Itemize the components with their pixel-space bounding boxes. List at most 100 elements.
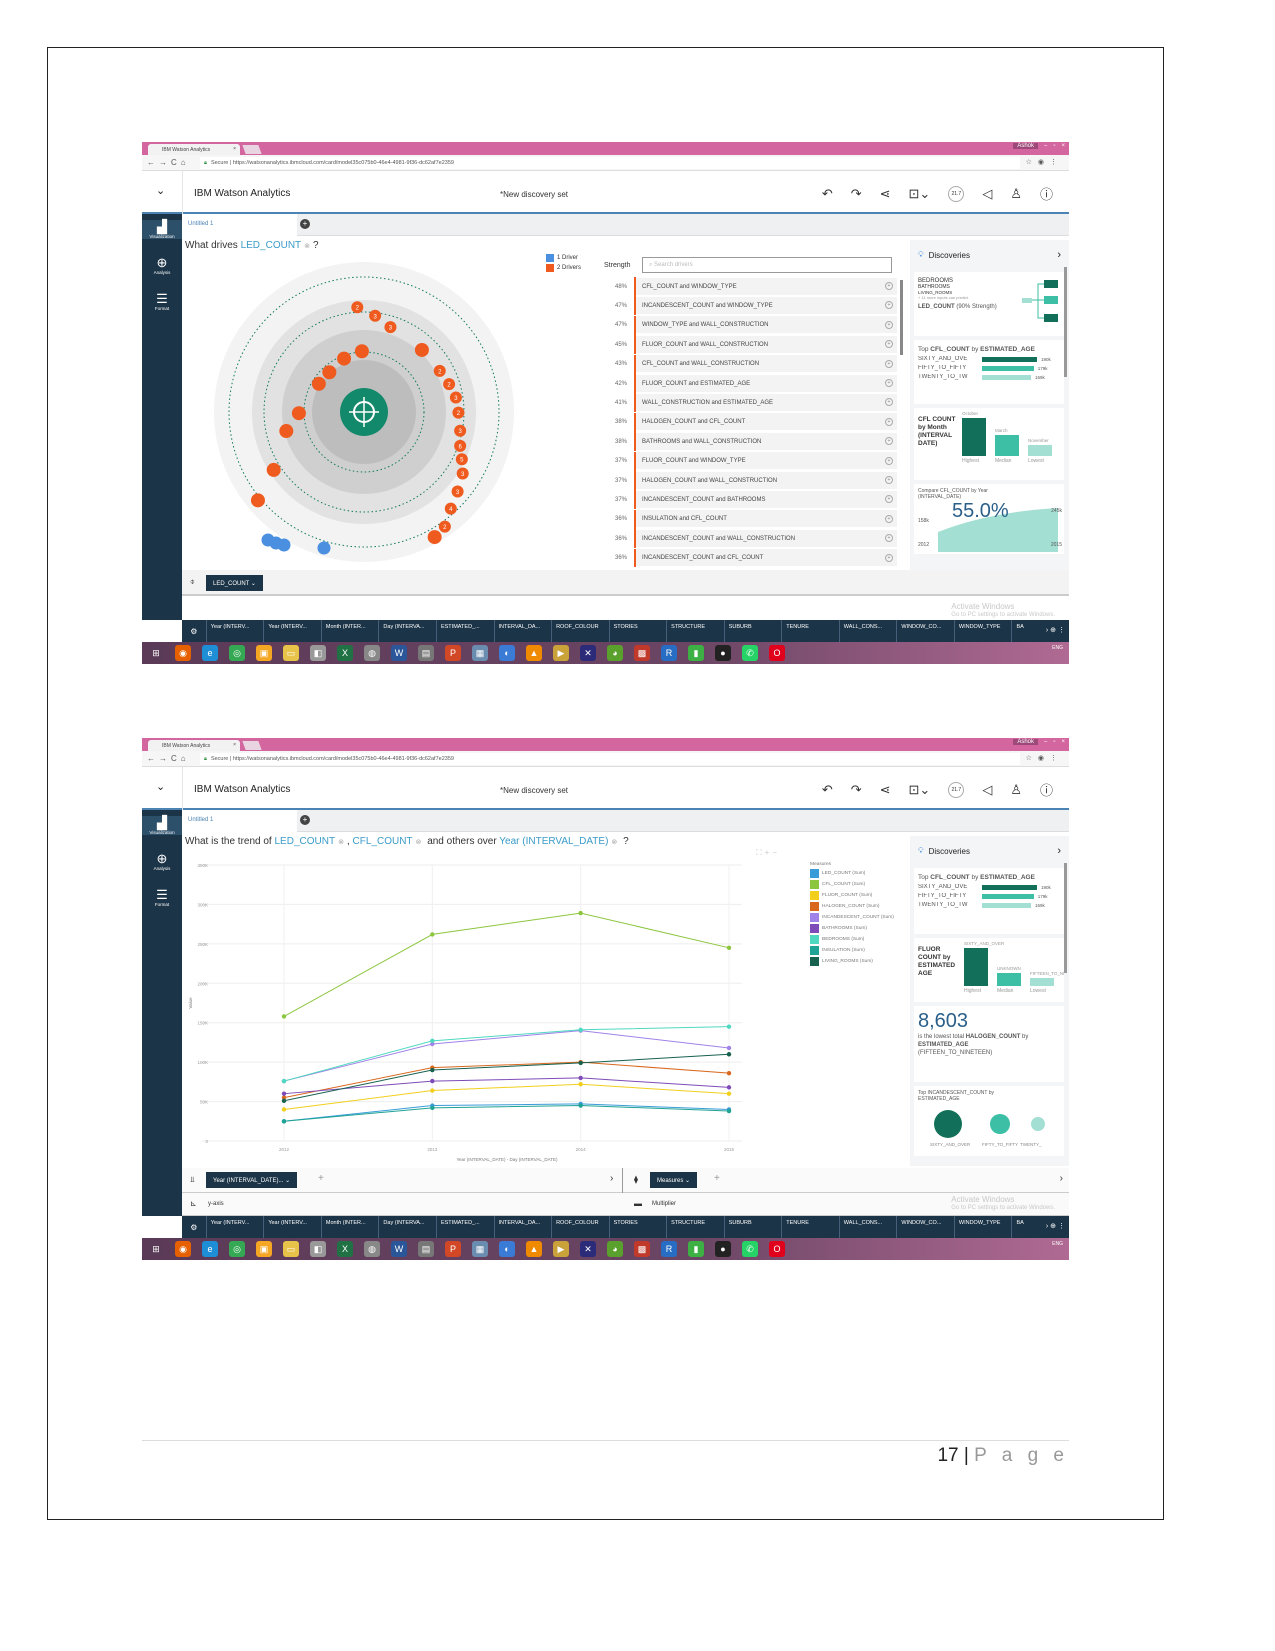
driver-row[interactable]: 47% INCANDESCENT_COUNT and WINDOW_TYPE + <box>612 296 897 316</box>
globe-icon[interactable]: ◐ <box>499 1241 515 1257</box>
megaphone-icon[interactable]: ◁ <box>982 186 992 202</box>
back-icon[interactable]: ← <box>147 754 159 763</box>
card-halogen-kpi[interactable]: 8,603 is the lowest total HALOGEN_COUNT … <box>914 1006 1064 1082</box>
legend-item[interactable]: INCANDESCENT_COUNT (Sum) <box>810 912 894 923</box>
chrome-icon[interactable]: ◎ <box>229 1241 245 1257</box>
color-pill[interactable]: Measures ⌄ <box>650 1172 698 1188</box>
add-x-icon[interactable]: + <box>318 1173 324 1184</box>
url-field[interactable]: 🔒︎ Secure | https://watsonanalytics.ibmcl… <box>200 753 1020 765</box>
close-window-icon[interactable]: × <box>1061 143 1065 149</box>
card-top-cfl[interactable]: Top CFL_COUNT by ESTIMATED_AGE SIXTY_AND… <box>914 868 1064 934</box>
app-icon[interactable]: ◧ <box>310 1241 326 1257</box>
legend-item[interactable]: LED_COUNT (Sum) <box>810 868 894 879</box>
legend-item[interactable]: HALOGEN_COUNT (Sum) <box>810 901 894 912</box>
folder-icon[interactable]: ▭ <box>283 645 299 661</box>
driver-row[interactable]: 37% FLUOR_COUNT and WINDOW_TYPE + <box>612 451 897 471</box>
column-header[interactable]: STRUCTURE <box>666 1216 724 1238</box>
user-icon[interactable]: ♙ <box>1010 782 1022 798</box>
forward-icon[interactable]: → <box>159 754 171 763</box>
url-field[interactable]: 🔒︎ Secure | https://watsonanalytics.ibmcl… <box>200 157 1020 169</box>
powerpoint-icon[interactable]: P <box>445 1241 461 1257</box>
legend-item[interactable]: BEDROOMS (Sum) <box>810 934 894 945</box>
column-header[interactable]: Year (INTERV... <box>263 1216 321 1238</box>
chevron-right-icon[interactable]: › <box>1057 845 1061 857</box>
app-icon[interactable]: ▶ <box>553 1241 569 1257</box>
user-icon[interactable]: ♙ <box>1010 186 1022 202</box>
app-icon[interactable]: ▣ <box>256 645 272 661</box>
discoveries-scrollbar[interactable] <box>1064 267 1067 377</box>
chart-app-icon[interactable]: ▮ <box>688 645 704 661</box>
add-driver-icon[interactable]: + <box>885 359 893 368</box>
column-header[interactable]: ROOF_COLOUR <box>551 620 609 642</box>
chevron-right-icon[interactable]: › <box>1060 1173 1063 1184</box>
search-drivers-input[interactable]: ⌕ Search drivers <box>642 257 892 273</box>
sidebar-item-analysis[interactable]: ⊕ Analysis <box>142 256 182 276</box>
driver-row[interactable]: 38% BATHROOMS and WALL_CONSTRUCTION + <box>612 432 897 452</box>
excel-icon[interactable]: X <box>337 645 353 661</box>
app-icon[interactable]: ▤ <box>418 645 434 661</box>
add-driver-icon[interactable]: + <box>885 514 893 523</box>
vlc-icon[interactable]: ▲ <box>526 1241 542 1257</box>
excel-icon[interactable]: X <box>337 1241 353 1257</box>
driver-row[interactable]: 37% HALOGEN_COUNT and WALL_CONSTRUCTION + <box>612 471 897 490</box>
x-axis-pill[interactable]: Year (INTERVAL_DATE)... ⌄ <box>206 1172 298 1188</box>
add-driver-icon[interactable]: + <box>885 456 893 465</box>
token-year[interactable]: Year (INTERVAL_DATE) <box>499 836 608 847</box>
add-driver-icon[interactable]: + <box>885 553 893 562</box>
app-icon[interactable]: ▩ <box>634 1241 650 1257</box>
share-icon[interactable]: ⋖ <box>880 782 891 798</box>
column-header[interactable]: STORIES <box>608 620 667 642</box>
column-header[interactable]: INTERVAL_DA... <box>493 1216 552 1238</box>
column-header[interactable]: Year (INTERV... <box>205 620 264 642</box>
chevron-right-icon[interactable]: › <box>1057 249 1061 261</box>
home-icon[interactable]: ⌂ <box>181 158 190 167</box>
close-tab-icon[interactable]: × <box>233 146 236 152</box>
view-icon[interactable]: ⊡⌄ <box>909 186 931 202</box>
scrollbar[interactable] <box>900 280 903 355</box>
close-tab-icon[interactable]: × <box>233 742 236 748</box>
app-icon[interactable]: ◧ <box>310 645 326 661</box>
word-icon[interactable]: W <box>391 1241 407 1257</box>
sidebar-item-analysis[interactable]: ⊕ Analysis <box>142 852 182 872</box>
add-driver-icon[interactable]: + <box>885 417 893 426</box>
powerpoint-icon[interactable]: P <box>445 645 461 661</box>
home-icon[interactable]: ⌂ <box>181 754 190 763</box>
legend-item[interactable]: BATHROOMS (Sum) <box>810 923 894 934</box>
star-icon[interactable]: ☆ <box>1026 755 1038 762</box>
column-header[interactable]: STORIES <box>608 1216 667 1238</box>
add-color-icon[interactable]: + <box>714 1173 720 1184</box>
remove-token-icon[interactable]: ⊗ <box>338 839 344 846</box>
column-header[interactable]: WINDOW_TYPE <box>953 1216 1012 1238</box>
app-icon[interactable]: ◕ <box>607 645 623 661</box>
column-nav-icons[interactable]: › ⊕ ⋮ <box>1046 626 1065 634</box>
back-icon[interactable]: ← <box>147 158 159 167</box>
chevron-down-icon[interactable]: ⌄ <box>156 184 165 197</box>
column-header[interactable]: ROOF_COLOUR <box>551 1216 609 1238</box>
help-icon[interactable]: ⓘ <box>1040 780 1053 799</box>
windows-start-icon[interactable]: ⊞ <box>148 645 164 661</box>
card-cfl-by-month[interactable]: CFL COUNT by Month (INTERVAL DATE) Octob… <box>914 408 1064 480</box>
new-tab-button[interactable] <box>242 741 262 750</box>
driver-row[interactable]: 36% INCANDESCENT_COUNT and WALL_CONSTRUCT… <box>612 529 897 549</box>
browser-tab[interactable]: IBM Watson Analytics × <box>148 740 240 751</box>
add-driver-icon[interactable]: + <box>885 476 893 484</box>
undo-icon[interactable]: ↶ <box>822 782 833 798</box>
ie-icon[interactable]: e <box>202 1241 218 1257</box>
vlc-icon[interactable]: ▲ <box>526 645 542 661</box>
driver-row[interactable]: 48% CFL_COUNT and WINDOW_TYPE + <box>612 277 897 296</box>
word-icon[interactable]: W <box>391 645 407 661</box>
opera-icon[interactable]: O <box>769 645 785 661</box>
chrome-icon[interactable]: ◎ <box>229 645 245 661</box>
token-led-count[interactable]: LED_COUNT <box>275 836 336 847</box>
megaphone-icon[interactable]: ◁ <box>982 782 992 798</box>
columns-settings-icon[interactable]: ⚙ <box>182 620 206 642</box>
add-tab-icon[interactable]: + <box>300 815 310 825</box>
app-icon[interactable]: ▤ <box>418 1241 434 1257</box>
share-icon[interactable]: ⋖ <box>880 186 891 202</box>
restore-icon[interactable]: ▫ <box>1053 739 1055 745</box>
tab-untitled[interactable]: Untitled 1 <box>182 214 297 236</box>
driver-row[interactable]: 41% WALL_CONSTRUCTION and ESTIMATED_AGE + <box>612 393 897 413</box>
redo-icon[interactable]: ↷ <box>851 186 862 202</box>
driver-row[interactable]: 36% INCANDESCENT_COUNT and CFL_COUNT + <box>612 548 897 567</box>
help-icon[interactable]: ⓘ <box>1040 184 1053 203</box>
